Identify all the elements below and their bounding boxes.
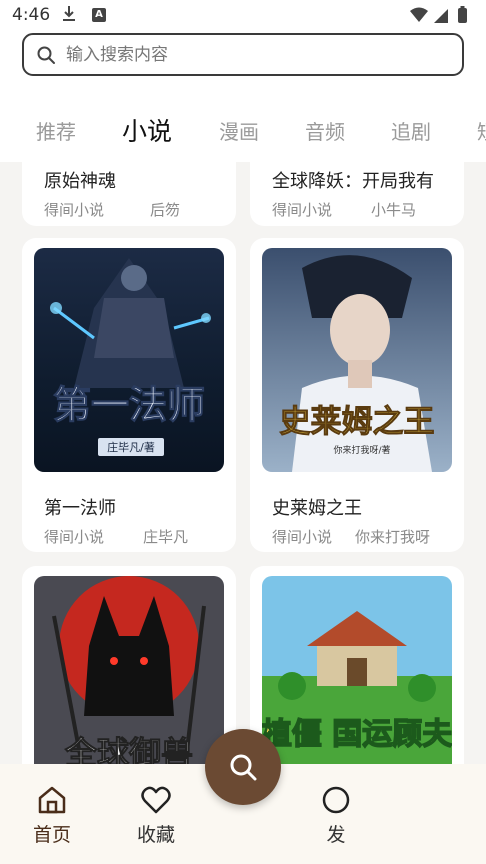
signal-icon (434, 9, 448, 23)
book-card[interactable]: 史莱姆之王 你来打我呀/著 史莱姆之王 得间小说 你来打我呀 (250, 238, 464, 552)
home-icon (38, 786, 66, 814)
wifi-icon (410, 7, 428, 22)
nav-item-favorites[interactable]: 收藏 (126, 784, 186, 847)
search-icon (230, 754, 257, 781)
book-card[interactable]: 第一法师 庄毕凡/著 第一法师 得间小说 庄毕凡 (22, 238, 236, 552)
status-bar: 4:46 A (0, 0, 486, 30)
tab-audio[interactable]: 音频 (305, 116, 345, 145)
category-tabs: 推荐 小说 漫画 音频 追剧 短 (0, 100, 486, 162)
cover-title-text: 史莱姆之王 (280, 404, 435, 440)
book-cover-art: 史莱姆之王 你来打我呀/著 (262, 248, 452, 472)
book-card[interactable]: 全球御兽 (22, 566, 236, 764)
nav-label-home: 首页 (32, 824, 71, 846)
book-card[interactable]: 植僵 国运顾夫 (250, 566, 464, 764)
cover-author-text: 庄毕凡/著 (107, 440, 155, 454)
book-title: 原始神魂 (44, 171, 116, 192)
nav-label-discover: 发 (326, 824, 346, 846)
book-source: 得间小说 (272, 528, 333, 546)
search-bar-container (0, 30, 486, 100)
book-card[interactable]: 全球降妖：开局我有 得间小说 小牛马 (250, 162, 464, 226)
book-card[interactable]: 原始神魂 得间小说 后笏 (22, 162, 236, 226)
book-cover[interactable]: 植僵 国运顾夫 (262, 576, 452, 764)
cover-title-text: 植僵 国运顾夫 (262, 717, 452, 752)
book-source: 得间小说 (272, 201, 333, 219)
discover-icon (322, 786, 350, 814)
book-source: 得间小说 (44, 201, 105, 219)
book-cover-art: 第一法师 庄毕凡/著 (34, 248, 224, 472)
search-box[interactable] (22, 33, 464, 76)
book-cover[interactable]: 史莱姆之王 你来打我呀/著 (262, 248, 452, 472)
search-icon (37, 46, 55, 64)
battery-icon (458, 8, 467, 23)
book-author: 你来打我呀 (355, 528, 431, 546)
cover-title-text: 第一法师 (53, 382, 205, 427)
notification-badge-icon: A (92, 8, 106, 22)
book-cover-art: 植僵 国运顾夫 (262, 576, 452, 764)
tab-drama[interactable]: 追剧 (391, 116, 431, 145)
nav-item-home[interactable]: 首页 (22, 784, 82, 847)
tab-comic[interactable]: 漫画 (219, 116, 259, 145)
book-cover-art: 全球御兽 (34, 576, 224, 764)
nav-label-favorites: 收藏 (136, 824, 175, 846)
download-icon (63, 6, 75, 21)
heart-icon (141, 786, 171, 814)
tab-recommend[interactable]: 推荐 (36, 116, 76, 145)
book-cover[interactable]: 第一法师 庄毕凡/著 (34, 248, 224, 472)
cover-author-text: 你来打我呀/著 (333, 444, 390, 456)
nav-item-discover[interactable]: 发 (306, 784, 366, 847)
book-cover[interactable]: 全球御兽 (34, 576, 224, 764)
book-feed: 原始神魂 得间小说 后笏 全球降妖：开局我有 得间小说 小牛马 第一法师 庄毕凡… (0, 162, 486, 764)
book-author: 庄毕凡 (143, 528, 189, 546)
book-author: 后笏 (150, 201, 181, 219)
cover-title-text: 全球御兽 (64, 734, 193, 764)
book-author: 小牛马 (371, 201, 417, 219)
book-title: 全球降妖：开局我有 (272, 171, 434, 192)
floating-search-button[interactable] (205, 729, 281, 805)
book-title: 第一法师 (44, 498, 116, 519)
book-title: 史莱姆之王 (272, 498, 362, 519)
system-status-icons (410, 6, 467, 23)
status-time: 4:46 (12, 5, 51, 25)
tab-novel[interactable]: 小说 (122, 112, 172, 148)
search-input[interactable] (66, 43, 446, 67)
book-source: 得间小说 (44, 528, 105, 546)
tab-short[interactable]: 短 (477, 116, 486, 145)
